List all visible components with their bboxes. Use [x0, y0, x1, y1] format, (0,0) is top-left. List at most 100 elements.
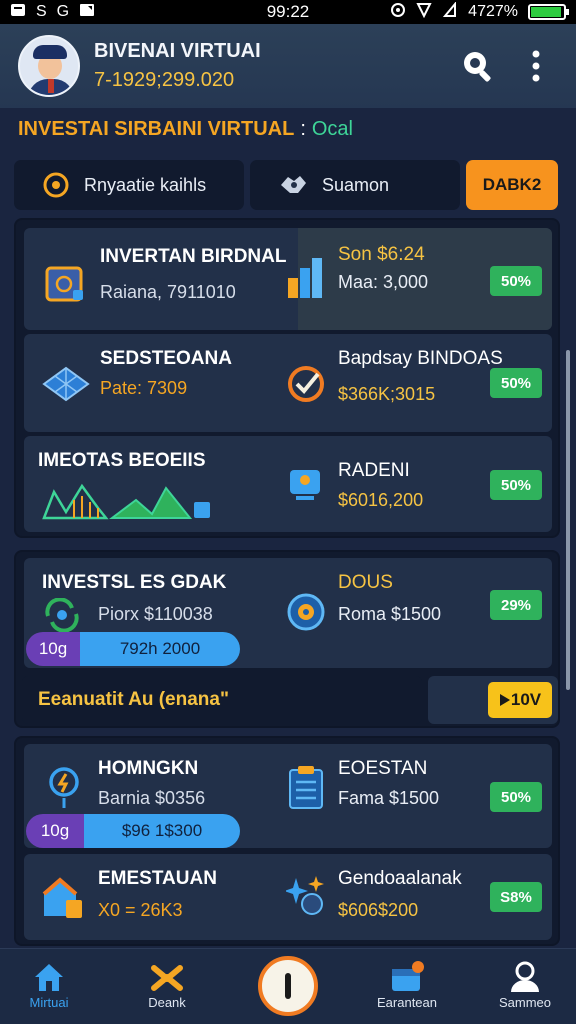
section-title-text: INVESTAI SIRBAINI VIRTUAL: [18, 118, 295, 140]
card-title: HOMNGKN: [98, 758, 199, 779]
card-subtitle: Barnia $0356: [98, 788, 206, 808]
card-right-amount: Fama $1500: [338, 788, 440, 808]
tab-filter-label: Rnyaatie kaihls: [84, 174, 207, 195]
handshake-icon: [281, 176, 306, 193]
progress-label-b: 792h 2000: [80, 632, 240, 666]
card-amount: Son $6:24: [338, 244, 425, 265]
location-pin-icon: [49, 767, 79, 808]
card-title: EMESTAUAN: [98, 868, 217, 889]
nav-item-home[interactable]: Mirtuai: [0, 959, 104, 1010]
percent-badge: 50%: [490, 368, 542, 398]
alarm-icon: [390, 2, 406, 23]
progress-label-a: 10g: [26, 632, 80, 666]
card-subtitle: Raiana, 7911010: [100, 282, 236, 302]
battery-percent: 4727%: [468, 3, 518, 20]
percent-badge: S8%: [490, 882, 542, 912]
battery-icon: [528, 4, 569, 20]
investment-card[interactable]: HOMNGKN Barnia $0356 10g $96 1$300 EOEST…: [24, 744, 552, 848]
tab-filter[interactable]: Rnyaatie kaihls: [14, 160, 244, 210]
cta-tab-button[interactable]: DABK2: [466, 160, 558, 210]
card-subtitle: Pate: 7309: [100, 378, 188, 398]
section-title: INVESTAI SIRBAINI VIRTUAL: Ocal: [18, 118, 353, 141]
nav-item-deals[interactable]: Deank: [112, 959, 222, 1010]
status-g-icon: G: [56, 3, 70, 20]
handshake-icon: [151, 965, 183, 991]
user-name: BIVENAI VIRTUAI: [94, 40, 261, 62]
wallet-icon: [392, 961, 424, 991]
card-right-amount: Roma $1500: [338, 604, 442, 624]
investment-card[interactable]: EMESTAUAN X0 = 26K3 Gendoaalanak $606$20…: [24, 854, 552, 940]
card-subtitle: X0 = 26K3: [98, 900, 183, 920]
center-action-button[interactable]: [258, 956, 318, 1016]
card-right-title: DOUS: [338, 572, 393, 593]
notice-bar: Eeanuatit Au (enana": [22, 676, 422, 724]
section-tag: Ocal: [311, 118, 353, 140]
progress-label-b: $96 1$300: [84, 814, 240, 848]
play-icon: [499, 694, 510, 706]
avatar[interactable]: [18, 35, 80, 97]
percent-badge: 50%: [490, 782, 542, 812]
mountain-chart-icon: [42, 483, 210, 520]
solar-panel-icon: [42, 366, 90, 402]
investment-card[interactable]: SEDSTEOANA Pate: 7309 Bapdsay BINDOAS $3…: [24, 334, 552, 432]
nav-item-profile[interactable]: Sammeo: [470, 959, 576, 1010]
power-icon: [285, 973, 291, 999]
status-s-icon: S: [36, 3, 47, 20]
house-coins-icon: [42, 877, 82, 918]
bar-chart-icon: [288, 258, 322, 298]
home-icon: [35, 964, 63, 991]
app-header: BIVENAI VIRTUAI 7-1929;299.020: [0, 24, 576, 108]
status-right: 4727%: [390, 0, 569, 23]
card-right-title: Bapdsay BINDOAS: [338, 348, 503, 369]
nav-label: Sammeo: [498, 995, 552, 1010]
clipboard-icon: [289, 766, 323, 809]
notice-button[interactable]: 10V: [488, 682, 552, 718]
scrollbar[interactable]: [566, 350, 570, 690]
search-button[interactable]: [456, 44, 500, 88]
status-left: S G: [10, 3, 95, 22]
progress-bar: 10g 792h 2000: [26, 632, 240, 666]
investment-card[interactable]: INVERTAN BIRDNAL Raiana, 7911010 Son $6:…: [24, 228, 552, 330]
percent-badge: 50%: [490, 266, 542, 296]
user-block: BIVENAI VIRTUAI 7-1929;299.020: [94, 40, 442, 92]
card-title: IMEOTAS BEOEIIS: [38, 450, 206, 471]
user-icon: [511, 961, 539, 992]
monitor-user-icon: [290, 470, 320, 500]
nav-label: Mirtuai: [29, 995, 69, 1010]
tab-summary[interactable]: Suamon: [250, 160, 460, 210]
user-balance: 7-1929;299.020: [94, 69, 235, 91]
chat-search-icon: [43, 172, 69, 198]
card-title: INVERTAN BIRDNAL: [100, 246, 287, 267]
card-right-amount: $366K;3015: [338, 384, 436, 404]
card-right-amount: $6016,200: [338, 490, 424, 510]
card-right-amount: $606$200: [338, 900, 419, 920]
investment-card[interactable]: IMEOTAS BEOEIIS RADENI $6016,200 50%: [24, 436, 552, 532]
tab-row: Rnyaatie kaihls Suamon DABK2: [14, 160, 562, 212]
search-icon: [464, 52, 491, 82]
check-circle-icon: [288, 366, 324, 402]
more-vert-icon: [532, 50, 540, 82]
card-title: INVESTSL ES GDAK: [42, 572, 227, 593]
notice-button-label: 10V: [510, 690, 542, 709]
card-max: Maa: 3,000: [338, 272, 429, 292]
mail-icon: [79, 3, 95, 22]
signal-icon: [442, 0, 458, 23]
card-right-title: EOESTAN: [338, 758, 428, 779]
card-right-title: RADENI: [338, 460, 410, 481]
card-subtitle: Piorx $110038: [98, 604, 213, 624]
section-separator: :: [300, 118, 306, 140]
investment-card[interactable]: INVESTSL ES GDAK Piorx $110038 10g 792h …: [24, 558, 552, 668]
more-menu-button[interactable]: [514, 44, 558, 88]
tab-summary-label: Suamon: [322, 174, 390, 195]
investment-group-3: HOMNGKN Barnia $0356 10g $96 1$300 EOEST…: [14, 736, 560, 946]
nav-item-earnings[interactable]: Earantean: [352, 959, 462, 1010]
notification-icon: [10, 3, 26, 22]
percent-badge: 29%: [490, 590, 542, 620]
status-bar: S G 99:22 4727%: [0, 0, 576, 24]
nav-label: Deank: [148, 995, 186, 1010]
gear-coin-icon: [287, 593, 325, 631]
progress-label-a: 10g: [26, 814, 84, 848]
percent-badge: 50%: [490, 470, 542, 500]
progress-bar: 10g $96 1$300: [26, 814, 240, 848]
nav-label: Earantean: [377, 995, 437, 1010]
